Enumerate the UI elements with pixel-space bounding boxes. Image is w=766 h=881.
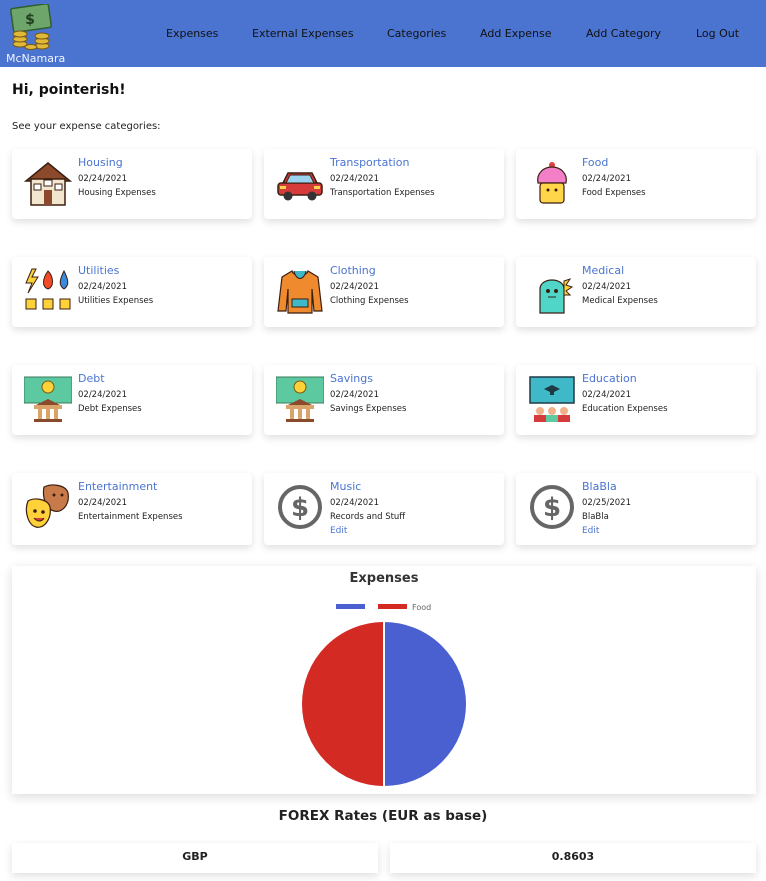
legend-label[interactable]: Food	[412, 603, 431, 612]
category-card-medical[interactable]: Medical 02/24/2021 Medical Expenses	[516, 257, 756, 327]
category-date: 02/24/2021	[78, 390, 127, 400]
classroom-icon	[529, 376, 575, 422]
theater-masks-icon	[25, 484, 69, 528]
money-stack-icon: $	[10, 4, 52, 50]
bank-money-icon	[24, 376, 72, 422]
dollar-circle-icon: $	[278, 485, 322, 529]
category-card-utilities[interactable]: Utilities 02/24/2021 Utilities Expenses	[12, 257, 252, 327]
category-title[interactable]: BlaBla	[582, 480, 617, 493]
svg-text:$: $	[25, 12, 35, 28]
category-card-debt[interactable]: Debt 02/24/2021 Debt Expenses	[12, 365, 252, 435]
forex-rate: 0.8603	[390, 843, 756, 873]
category-card-transportation[interactable]: Transportation 02/24/2021 Transportation…	[264, 149, 504, 219]
forex-currency: GBP	[12, 843, 378, 873]
category-title[interactable]: Housing	[78, 156, 123, 169]
category-description: Education Expenses	[582, 404, 668, 414]
category-description: Food Expenses	[582, 188, 646, 198]
forex-title: FOREX Rates (EUR as base)	[278, 808, 488, 824]
category-title[interactable]: Food	[582, 156, 608, 169]
pie-slice[interactable]	[383, 619, 468, 789]
pie-slice[interactable]	[300, 619, 385, 789]
expenses-chart-panel: Expenses Food	[12, 566, 756, 794]
category-description: Transportation Expenses	[330, 188, 435, 198]
expenses-pie-chart: Food	[300, 603, 468, 789]
category-description: Entertainment Expenses	[78, 512, 183, 522]
categories-subtitle: See your expense categories:	[12, 121, 161, 132]
svg-text:$: $	[543, 493, 561, 523]
legend-swatch[interactable]	[378, 604, 407, 609]
navbar: $ McNamara Expenses External Expenses Ca…	[0, 0, 766, 67]
brand-link[interactable]: $ McNamara	[4, 2, 70, 66]
category-description: Housing Expenses	[78, 188, 156, 198]
category-date: 02/24/2021	[582, 390, 631, 400]
category-title[interactable]: Debt	[78, 372, 105, 385]
category-title[interactable]: Clothing	[330, 264, 376, 277]
brand-name: McNamara	[6, 52, 66, 65]
category-date: 02/24/2021	[78, 282, 127, 292]
category-description: Medical Expenses	[582, 296, 658, 306]
category-date: 02/24/2021	[330, 174, 379, 184]
house-icon	[24, 162, 72, 206]
category-card-entertainment[interactable]: Entertainment 02/24/2021 Entertainment E…	[12, 473, 252, 545]
dollar-circle-icon: $	[530, 485, 574, 529]
category-card-music[interactable]: $ Music 02/24/2021 Records and Stuff Edi…	[264, 473, 504, 545]
nav-categories[interactable]: Categories	[387, 27, 446, 40]
category-date: 02/25/2021	[582, 498, 631, 508]
category-card-clothing[interactable]: Clothing 02/24/2021 Clothing Expenses	[264, 257, 504, 327]
category-card-education[interactable]: Education 02/24/2021 Education Expenses	[516, 365, 756, 435]
category-date: 02/24/2021	[582, 282, 631, 292]
category-date: 02/24/2021	[330, 390, 379, 400]
edit-link[interactable]: Edit	[582, 526, 599, 536]
cupcake-icon	[537, 162, 567, 204]
category-description: Clothing Expenses	[330, 296, 409, 306]
nav-external-expenses[interactable]: External Expenses	[252, 27, 354, 40]
category-date: 02/24/2021	[582, 174, 631, 184]
category-description: BlaBla	[582, 512, 609, 522]
nav-expenses[interactable]: Expenses	[166, 27, 218, 40]
category-title[interactable]: Music	[330, 480, 361, 493]
category-card-housing[interactable]: Housing 02/24/2021 Housing Expenses	[12, 149, 252, 219]
category-title[interactable]: Entertainment	[78, 480, 157, 493]
category-date: 02/24/2021	[78, 174, 127, 184]
category-title[interactable]: Utilities	[78, 264, 119, 277]
category-title[interactable]: Savings	[330, 372, 373, 385]
hoodie-icon	[277, 270, 323, 314]
legend-swatch[interactable]	[336, 604, 365, 609]
category-card-savings[interactable]: Savings 02/24/2021 Savings Expenses	[264, 365, 504, 435]
car-icon	[277, 172, 323, 201]
nav-add-category[interactable]: Add Category	[586, 27, 661, 40]
category-description: Utilities Expenses	[78, 296, 154, 306]
utilities-icon	[25, 268, 71, 310]
nav-log-out[interactable]: Log Out	[696, 27, 739, 40]
category-description: Savings Expenses	[330, 404, 407, 414]
germ-icon	[539, 278, 574, 314]
category-title[interactable]: Education	[582, 372, 637, 385]
edit-link[interactable]: Edit	[330, 526, 347, 536]
category-date: 02/24/2021	[330, 282, 379, 292]
svg-text:$: $	[291, 493, 309, 523]
greeting: Hi, pointerish!	[12, 82, 126, 98]
bank-money-icon	[276, 376, 324, 422]
category-description: Debt Expenses	[78, 404, 142, 414]
nav-add-expense[interactable]: Add Expense	[480, 27, 551, 40]
category-card-blabla[interactable]: $ BlaBla 02/25/2021 BlaBla Edit	[516, 473, 756, 545]
category-date: 02/24/2021	[78, 498, 127, 508]
category-date: 02/24/2021	[330, 498, 379, 508]
category-description: Records and Stuff	[330, 512, 406, 522]
category-card-food[interactable]: Food 02/24/2021 Food Expenses	[516, 149, 756, 219]
category-title[interactable]: Transportation	[330, 156, 409, 169]
category-title[interactable]: Medical	[582, 264, 624, 277]
